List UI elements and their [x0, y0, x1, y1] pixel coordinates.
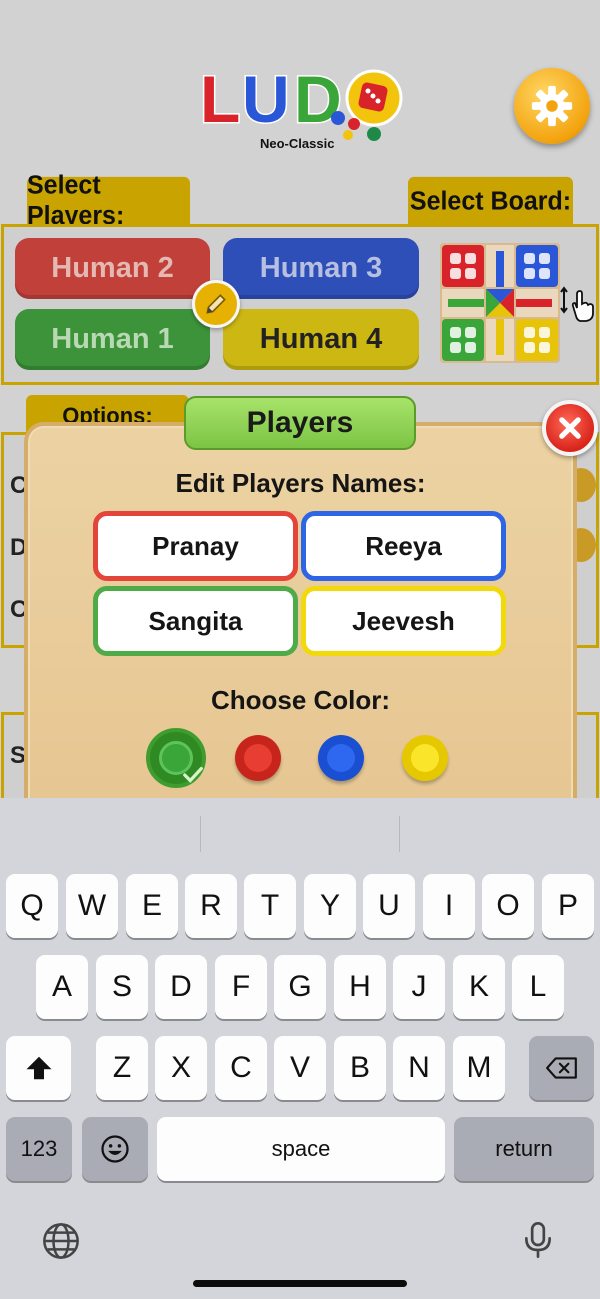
- player-name-red-input[interactable]: Pranay: [93, 511, 298, 581]
- player-name-green-input[interactable]: Sangita: [93, 586, 298, 656]
- board-thumbnail[interactable]: [440, 243, 560, 363]
- key-x[interactable]: X: [155, 1036, 207, 1100]
- edit-names-heading: Edit Players Names:: [175, 468, 426, 498]
- key-u[interactable]: U: [363, 874, 415, 938]
- key-j[interactable]: J: [393, 955, 445, 1019]
- key-r[interactable]: R: [185, 874, 237, 938]
- human-3-button[interactable]: Human 3: [223, 238, 419, 299]
- space-key[interactable]: space: [157, 1117, 445, 1181]
- key-q[interactable]: Q: [6, 874, 58, 938]
- key-z[interactable]: Z: [96, 1036, 148, 1100]
- numbers-key[interactable]: 123: [6, 1117, 72, 1181]
- key-v[interactable]: V: [274, 1036, 326, 1100]
- key-y[interactable]: Y: [304, 874, 356, 938]
- key-l[interactable]: L: [512, 955, 564, 1019]
- game-setup-screen: L U D Neo-Classic Select Players: Select…: [0, 0, 600, 798]
- shift-icon: [26, 1056, 51, 1080]
- svg-text:D: D: [294, 62, 342, 136]
- select-players-label: Select Players:: [27, 171, 190, 230]
- pencil-icon: [206, 294, 226, 314]
- player-name-blue-input[interactable]: Reeya: [301, 511, 506, 581]
- predictive-text-bar: [0, 798, 600, 870]
- emoji-key[interactable]: [82, 1117, 148, 1181]
- key-p[interactable]: P: [542, 874, 594, 938]
- on-screen-keyboard: Q W E R T Y U I O P A S D F G H J K L Z …: [0, 798, 600, 1299]
- key-i[interactable]: I: [423, 874, 475, 938]
- ludo-logo: L U D Neo-Classic: [198, 60, 408, 156]
- color-option-yellow[interactable]: [402, 735, 448, 781]
- key-h[interactable]: H: [334, 955, 386, 1019]
- color-option-blue[interactable]: [318, 735, 364, 781]
- close-dialog-button[interactable]: [542, 400, 598, 456]
- swipe-hint-icon: [560, 286, 594, 322]
- key-b[interactable]: B: [334, 1036, 386, 1100]
- key-e[interactable]: E: [126, 874, 178, 938]
- dialog-title: Players: [184, 396, 416, 450]
- key-o[interactable]: O: [482, 874, 534, 938]
- shift-key[interactable]: [6, 1036, 71, 1100]
- key-m[interactable]: M: [453, 1036, 505, 1100]
- settings-button[interactable]: [514, 68, 590, 144]
- close-icon: [559, 417, 581, 439]
- key-k[interactable]: K: [453, 955, 505, 1019]
- logo-subtitle: Neo-Classic: [260, 136, 334, 151]
- human-1-button[interactable]: Human 1: [15, 309, 210, 370]
- delete-key[interactable]: [529, 1036, 594, 1100]
- globe-icon[interactable]: [41, 1221, 81, 1261]
- home-indicator: [193, 1280, 407, 1287]
- svg-text:L: L: [200, 62, 240, 136]
- color-option-green[interactable]: [146, 728, 206, 788]
- key-n[interactable]: N: [393, 1036, 445, 1100]
- emoji-icon: [101, 1135, 129, 1163]
- human-4-button[interactable]: Human 4: [223, 309, 419, 370]
- key-w[interactable]: W: [66, 874, 118, 938]
- key-t[interactable]: T: [244, 874, 296, 938]
- key-a[interactable]: A: [36, 955, 88, 1019]
- human-2-button[interactable]: Human 2: [15, 238, 210, 299]
- edit-names-button[interactable]: [192, 280, 240, 328]
- svg-text:U: U: [242, 62, 290, 136]
- key-d[interactable]: D: [155, 955, 207, 1019]
- key-c[interactable]: C: [215, 1036, 267, 1100]
- gear-icon: [531, 85, 573, 127]
- checkmark-icon: [183, 766, 203, 783]
- delete-icon: [545, 1057, 577, 1079]
- key-g[interactable]: G: [274, 955, 326, 1019]
- color-option-red[interactable]: [235, 735, 281, 781]
- microphone-icon[interactable]: [518, 1219, 558, 1261]
- return-key[interactable]: return: [454, 1117, 594, 1181]
- player-name-yellow-input[interactable]: Jeevesh: [301, 586, 506, 656]
- key-s[interactable]: S: [96, 955, 148, 1019]
- choose-color-heading: Choose Color:: [210, 685, 391, 715]
- select-board-label: Select Board:: [408, 176, 573, 226]
- key-f[interactable]: F: [215, 955, 267, 1019]
